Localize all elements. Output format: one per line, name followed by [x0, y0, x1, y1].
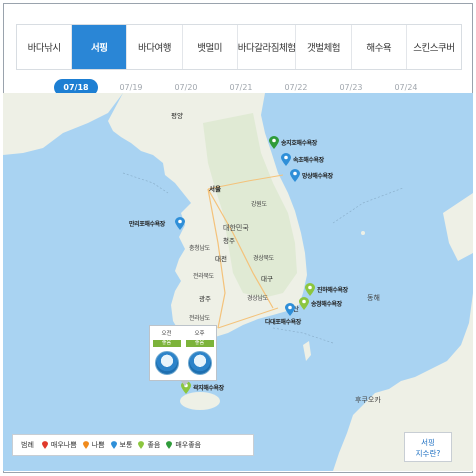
beach-label[interactable]: 속초해수욕장: [293, 155, 324, 164]
surf-button-line1: 서핑: [421, 438, 435, 447]
wave-icon: [187, 351, 212, 375]
tab-swimming[interactable]: 해수욕: [352, 25, 407, 69]
city-label: 대전: [215, 255, 227, 263]
beach-label[interactable]: 다대포해수욕장: [265, 317, 301, 326]
korea-map[interactable]: 평양 서울 대한민국 강원도 충청남도 청주 대전 경상북도 대구 전라북도 광…: [3, 93, 473, 471]
city-label: 청주: [223, 237, 235, 245]
tab-mudflat[interactable]: 갯벌체험: [296, 25, 352, 69]
pin-icon: [82, 441, 89, 449]
tab-sea-travel[interactable]: 바다여행: [127, 25, 183, 69]
legend-label: 보통: [119, 441, 133, 449]
beach-label[interactable]: 송지호해수욕장: [281, 138, 317, 147]
legend-item: 매우좋음: [166, 440, 201, 450]
map-pin-icon[interactable]: [305, 283, 315, 296]
activity-tabs: 바다낚시 서핑 바다여행 뱃멀미 바다갈라짐체험 갯벌체험 해수욕 스킨스쿠버: [16, 24, 462, 70]
legend-label: 매우나쁨: [50, 441, 77, 449]
country-label: 동해: [367, 294, 380, 302]
beach-label[interactable]: 망상해수욕장: [302, 171, 333, 180]
region-label: 전라남도: [189, 315, 210, 322]
legend-item: 매우나쁨: [41, 440, 77, 450]
legend-label: 나쁨: [91, 441, 105, 449]
surf-button-line2: 지수란?: [415, 449, 441, 458]
pin-icon: [138, 441, 145, 449]
legend-item: 보통: [110, 440, 133, 450]
country-label: 대한민국: [223, 224, 249, 232]
popup-am-grade: 좋음: [152, 340, 181, 347]
legend-item: 나쁨: [82, 440, 105, 450]
region-label: 경상남도: [247, 295, 268, 302]
wave-icon: [154, 351, 179, 375]
city-label: 대구: [261, 275, 273, 283]
tab-surfing[interactable]: 서핑: [72, 25, 128, 69]
surf-forecast-popup[interactable]: 오전 좋음 오후 좋음: [149, 325, 217, 381]
region-label: 충청남도: [189, 245, 210, 252]
legend-label: 좋음: [147, 441, 161, 449]
region-label: 강원도: [251, 201, 267, 208]
region-label: 경상북도: [253, 255, 274, 262]
beach-label[interactable]: 진하해수욕장: [317, 285, 348, 294]
city-label: 광주: [199, 295, 211, 303]
tab-seasickness[interactable]: 뱃멀미: [183, 25, 238, 69]
pin-icon: [41, 441, 48, 449]
map-land: [3, 93, 473, 471]
map-pin-icon[interactable]: [299, 297, 309, 310]
legend-label: 매우좋음: [175, 441, 202, 449]
region-label: 전라북도: [193, 273, 214, 280]
country-label: 후쿠오카: [355, 396, 381, 404]
map-pin-icon[interactable]: [269, 136, 279, 149]
beach-label[interactable]: 만리포해수욕장: [129, 219, 165, 228]
map-pin-icon[interactable]: [290, 169, 300, 182]
popup-pm-grade: 좋음: [185, 340, 214, 347]
popup-pm-label: 오후: [194, 331, 205, 337]
pin-icon: [166, 441, 173, 449]
legend-item: 좋음: [138, 440, 160, 450]
tab-sea-fishing[interactable]: 바다낚시: [17, 25, 73, 69]
city-label: 서울: [209, 185, 221, 193]
map-legend: 범례 매우나쁨 나쁨 보통 좋음 매우좋음: [12, 434, 254, 456]
beach-label[interactable]: 송정해수욕장: [311, 299, 342, 308]
popup-pm: 오후 좋음: [183, 326, 216, 380]
map-pin-icon[interactable]: [285, 303, 295, 316]
legend-title: 범례: [21, 441, 34, 449]
map-pin-icon[interactable]: [175, 217, 185, 230]
beach-label[interactable]: 곽지해수욕장: [193, 383, 224, 392]
tab-scuba[interactable]: 스킨스쿠버: [407, 25, 461, 69]
pin-icon: [110, 441, 117, 449]
popup-pointer: [180, 380, 190, 386]
popup-am: 오전 좋음: [150, 326, 183, 380]
map-pin-icon[interactable]: [281, 153, 291, 166]
tab-sea-parting[interactable]: 바다갈라짐체험: [238, 25, 297, 69]
city-label: 평양: [171, 112, 183, 120]
popup-am-label: 오전: [161, 331, 172, 337]
surf-index-info-button[interactable]: 서핑 지수란?: [404, 432, 452, 462]
